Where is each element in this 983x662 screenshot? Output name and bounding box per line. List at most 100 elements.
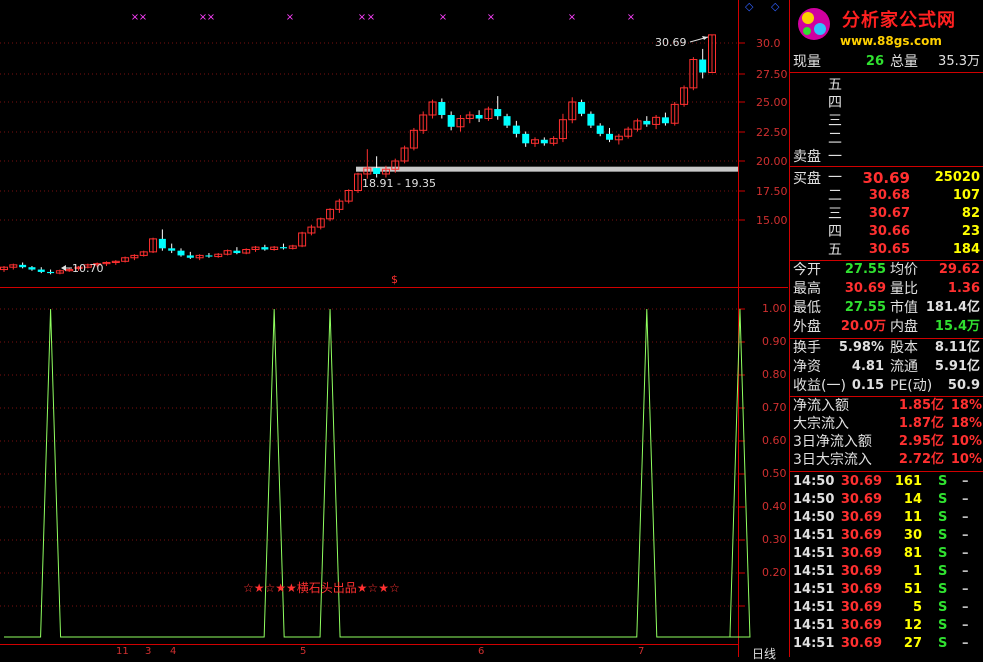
price-tick-2: 25.00 — [756, 96, 788, 109]
buy-qty: 184 — [952, 242, 980, 257]
signal-tick-0: 1.00 — [762, 302, 787, 315]
candle-body[interactable] — [47, 271, 55, 274]
x-label-4: 6 — [478, 646, 485, 657]
candle-body[interactable] — [233, 250, 241, 254]
tick-extra: – — [962, 618, 969, 633]
candle-body[interactable] — [587, 113, 595, 126]
tick-extra: – — [962, 600, 969, 615]
fund-value: 8.11亿 — [934, 340, 980, 355]
buy-price: 30.68 — [868, 188, 910, 203]
candle-body[interactable] — [503, 116, 511, 126]
candle-body[interactable] — [279, 247, 287, 249]
candle-body[interactable] — [606, 133, 614, 140]
tick-volume: 12 — [903, 618, 922, 633]
x-label-1: 3 — [145, 646, 152, 657]
signal-marker: × — [568, 12, 576, 23]
buy-qty: 82 — [961, 206, 980, 221]
price-tick-6: 15.00 — [756, 214, 788, 227]
signal-tick-5: 0.50 — [762, 467, 787, 480]
candle-body[interactable] — [540, 139, 548, 144]
low-price-label: 10.70 — [72, 262, 104, 275]
diamond-icon-right[interactable]: ◇ — [771, 0, 779, 13]
range-label: 18.91 - 19.35 — [362, 177, 436, 190]
sell-level-3: 三 — [828, 113, 842, 129]
tick-time: 14:51 — [793, 546, 835, 561]
fund-value: 5.98% — [838, 340, 884, 355]
tick-time: 14:50 — [793, 492, 835, 507]
buy-qty: 25020 — [934, 170, 980, 185]
candle-body[interactable] — [438, 102, 446, 115]
tick-extra: – — [962, 474, 969, 489]
candle-body[interactable] — [373, 168, 381, 174]
buy-price: 30.67 — [868, 206, 910, 221]
tick-volume: 14 — [903, 492, 922, 507]
candle-body[interactable] — [205, 255, 213, 257]
candle-body[interactable] — [699, 59, 707, 73]
stat-row: 今开 27.55 均价 29.62 — [790, 261, 983, 279]
tick-volume: 161 — [894, 474, 922, 489]
stat-value: 29.62 — [938, 262, 980, 277]
flow-value: 1.87亿 — [898, 416, 944, 431]
flow-row: 3日净流入额 2.95亿 10% — [790, 433, 983, 451]
quote-panel: 分析家公式网 www.88gs.com 现量 26 总量 35.3万 五 四 三… — [789, 0, 983, 657]
tick-row: 14:50 30.69 161 S – — [790, 473, 983, 491]
tick-price: 30.69 — [840, 546, 882, 561]
summary-row: 现量 26 总量 35.3万 — [790, 53, 983, 71]
candle-body[interactable] — [168, 248, 176, 251]
candle-body[interactable] — [177, 250, 185, 256]
candle-body[interactable] — [19, 264, 27, 268]
stat-label: 最高 — [793, 281, 821, 297]
fund-row: 收益(一) 0.15 PE(动) 50.9 — [790, 377, 983, 395]
candle-body[interactable] — [522, 133, 530, 144]
stat-value: 27.55 — [844, 262, 886, 277]
tick-volume: 51 — [903, 582, 922, 597]
tick-side: S — [938, 582, 948, 597]
candle-body[interactable] — [37, 269, 45, 272]
divider — [790, 72, 983, 73]
candle-body[interactable] — [447, 114, 455, 127]
candle-body[interactable] — [512, 125, 520, 134]
sell-level-1: 一 — [828, 149, 842, 165]
candle-body[interactable] — [158, 238, 166, 249]
candle-body[interactable] — [261, 247, 269, 250]
fund-value: 4.81 — [851, 359, 884, 374]
logo-ball-icon — [798, 8, 830, 40]
candle-body[interactable] — [494, 109, 502, 117]
fund-value: 0.15 — [851, 378, 884, 393]
divider — [790, 471, 983, 472]
chart-area[interactable]: × × × × × × × × × × × 30.69 10.70 18.91 - 19.35 $ … — [0, 0, 788, 661]
stat-row: 外盘 20.0万 内盘 15.4万 — [790, 318, 983, 336]
candle-body[interactable] — [643, 120, 651, 125]
flow-pct: 18% — [950, 416, 982, 431]
candle-body[interactable] — [596, 125, 604, 134]
signal-tick-1: 0.90 — [762, 335, 787, 348]
xianliang-value: 26 — [865, 54, 884, 69]
stat-value: 30.69 — [844, 281, 886, 296]
flow-row: 净流入额 1.85亿 18% — [790, 397, 983, 415]
candle-body[interactable] — [475, 114, 483, 119]
tick-price: 30.69 — [840, 510, 882, 525]
divider — [790, 166, 983, 167]
diamond-icon-left[interactable]: ◇ — [745, 0, 753, 13]
tick-price: 30.69 — [840, 600, 882, 615]
candle-body[interactable] — [661, 117, 669, 124]
tick-price: 30.69 — [840, 618, 882, 633]
period-label[interactable]: 日线 — [752, 645, 776, 662]
fund-row: 净资 4.81 流通 5.91亿 — [790, 358, 983, 376]
tick-extra: – — [962, 510, 969, 525]
kline-chart[interactable]: × × × × × × × × × × × — [0, 0, 788, 657]
low-arrow-head — [61, 265, 66, 271]
candle-body[interactable] — [28, 267, 36, 270]
fund-label: 换手 — [793, 340, 821, 356]
stat-label: 均价 — [890, 262, 918, 278]
logo-title: 分析家公式网 — [842, 10, 956, 31]
candle-body[interactable] — [578, 102, 586, 114]
price-tick-0: 30.0 — [756, 37, 781, 50]
support-band — [356, 166, 738, 172]
signal-marker: × — [207, 12, 215, 23]
zongliang-value: 35.3万 — [938, 54, 980, 69]
tick-time: 14:51 — [793, 528, 835, 543]
buy-row: 三 30.67 82 — [790, 205, 983, 223]
candle-body[interactable] — [186, 255, 194, 258]
flow-row: 大宗流入 1.87亿 18% — [790, 415, 983, 433]
